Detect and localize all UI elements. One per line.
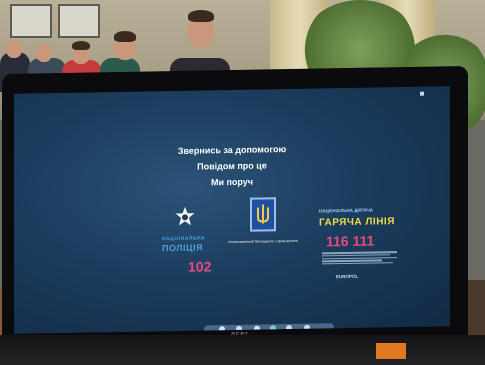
hotline-title: ГАРЯЧА ЛІНІЯ: [319, 216, 395, 229]
student-hair: [188, 10, 214, 22]
ukraine-trident-emblem-icon: [250, 197, 276, 232]
europol-logo: EUROPOL: [336, 273, 359, 280]
wall-poster: [10, 4, 52, 38]
hotline-number: 116 111: [326, 232, 375, 250]
message-line-2: Повідом про це: [197, 160, 267, 172]
hotline-fine-print: [322, 250, 397, 266]
police-number: 102: [188, 258, 212, 275]
student-hair: [114, 31, 136, 42]
laptop-sticker: [376, 343, 406, 359]
police-star-icon: [175, 206, 195, 226]
police-label-bottom: ПОЛІЦІЯ: [162, 242, 204, 254]
message-line-3: Ми поруч: [210, 176, 254, 188]
close-icon: [420, 91, 424, 96]
wall-poster: [58, 4, 100, 38]
message-line-1: Звернись за допомогою: [177, 144, 287, 156]
ombudsman-caption: Уповноважений Президента з прав дитини: [228, 238, 298, 245]
student-hair: [72, 41, 90, 50]
student-head: [6, 40, 22, 58]
laptop-keyboard: [0, 335, 485, 365]
student-head: [36, 44, 52, 62]
police-label-top: НАЦІОНАЛЬНА: [162, 235, 206, 243]
laptop-screen: Звернись за допомогою Повідом про це Ми …: [14, 86, 450, 334]
hotline-subtitle: НАЦІОНАЛЬНА ДИТЯЧА: [319, 207, 374, 214]
photo: Звернись за допомогою Повідом про це Ми …: [0, 0, 485, 365]
